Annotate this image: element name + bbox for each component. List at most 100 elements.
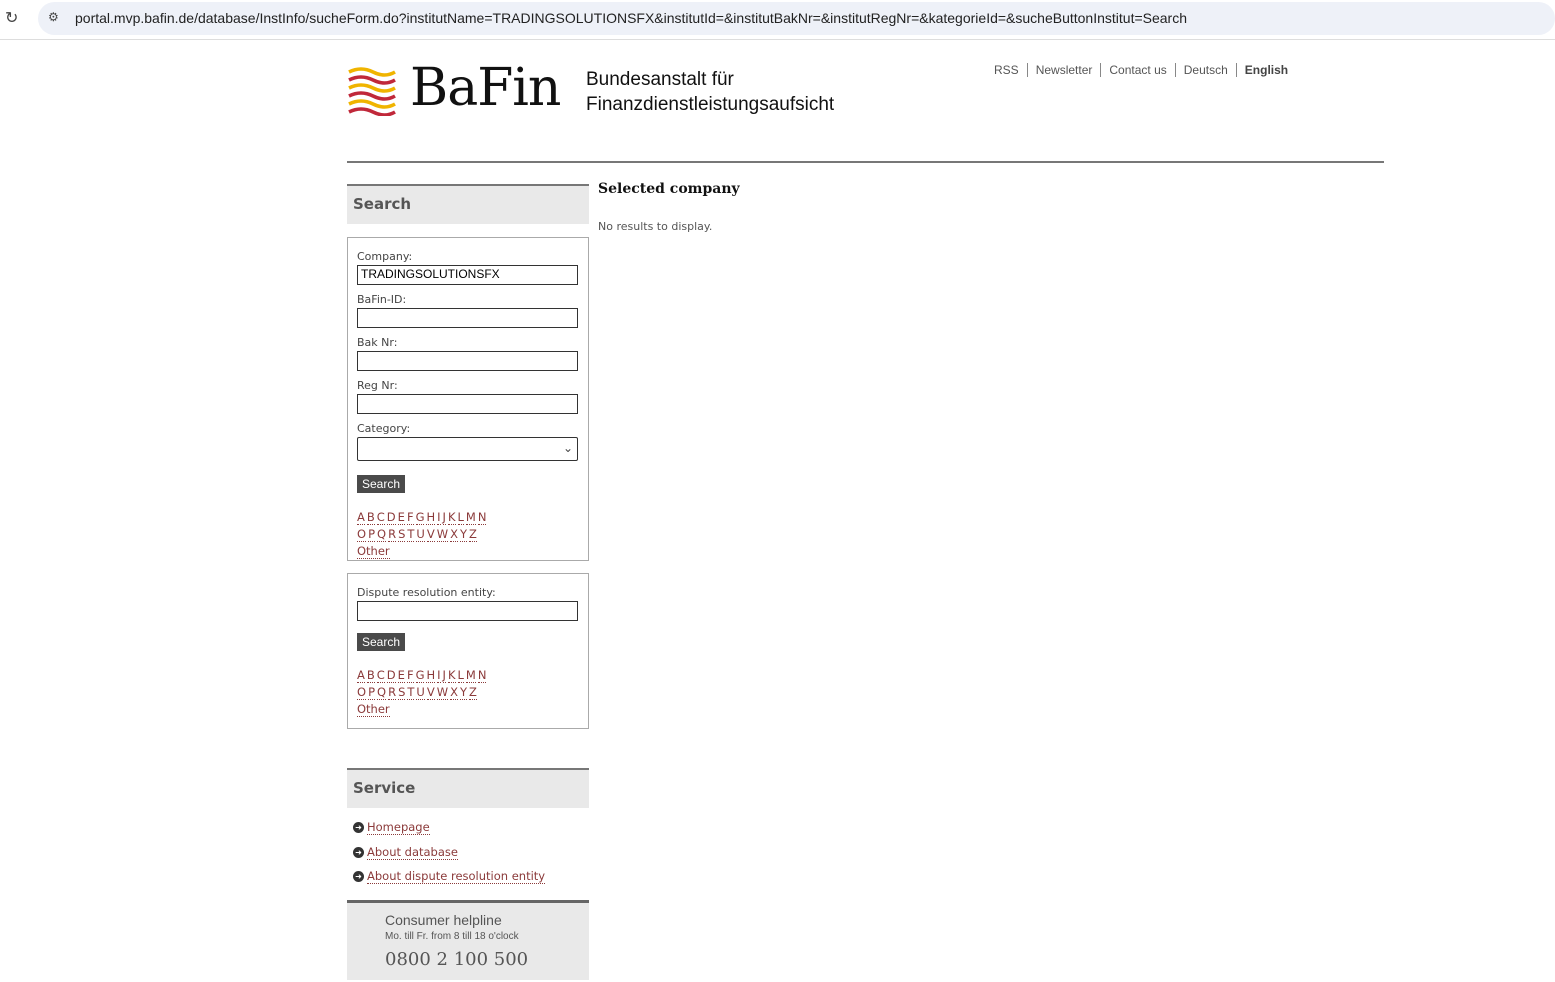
letter-link[interactable]: C <box>376 668 385 683</box>
letter-link[interactable]: N <box>477 668 487 683</box>
letter-link[interactable]: S <box>398 685 406 700</box>
link[interactable]: About database <box>367 845 458 860</box>
letter-link[interactable]: B <box>366 510 375 525</box>
dispute-label: Dispute resolution entity: <box>357 586 496 599</box>
consumer-helpline: Consumer helpline Mo. till Fr. from 8 ti… <box>347 900 589 980</box>
address-bar[interactable]: ⚙ portal.mvp.bafin.de/database/InstInfo/… <box>38 2 1555 35</box>
letter-link[interactable]: O <box>357 527 367 542</box>
nav-english[interactable]: English <box>1235 63 1296 77</box>
letter-link[interactable]: B <box>366 668 375 683</box>
letter-link[interactable]: M <box>465 510 476 525</box>
letter-link[interactable]: D <box>386 510 396 525</box>
link[interactable]: About dispute resolution entity <box>367 869 546 884</box>
letter-row: Other <box>357 543 579 560</box>
subtitle-line: Bundesanstalt für <box>586 69 734 90</box>
bafin-logo-icon <box>348 67 396 116</box>
letter-link[interactable]: Z <box>469 685 477 700</box>
letter-row: ABCDEFGHIJKLMN <box>357 509 579 526</box>
url-text[interactable]: portal.mvp.bafin.de/database/InstInfo/su… <box>75 10 1187 26</box>
arrow-right-circle-icon: ➜ <box>353 822 364 833</box>
reload-icon[interactable]: ↻ <box>5 8 18 27</box>
other-link[interactable]: Other <box>357 544 390 559</box>
letter-link[interactable]: J <box>442 510 446 525</box>
letter-link[interactable]: E <box>397 668 405 683</box>
category-select[interactable]: ⌄ <box>357 437 578 461</box>
alphabet-index: A B C D E F G H I J K L M N O P Q R S T U V W X Y Z Other <box>357 509 579 560</box>
browser-toolbar: ↻ ⚙ portal.mvp.bafin.de/database/InstInf… <box>0 0 1555 40</box>
letter-link[interactable]: D <box>386 668 396 683</box>
letter-link[interactable]: X <box>450 685 458 700</box>
letter-link[interactable]: W <box>436 527 449 542</box>
dispute-input[interactable] <box>357 601 578 621</box>
service-heading: Service <box>347 768 589 808</box>
service-link-homepage[interactable]: ➜ Homepage <box>353 820 430 835</box>
letter-link[interactable]: H <box>426 510 436 525</box>
helpline-hours: Mo. till Fr. from 8 till 18 o'clock <box>385 931 519 942</box>
letter-link[interactable]: W <box>436 685 449 700</box>
letter-link[interactable]: F <box>406 668 414 683</box>
letter-link[interactable]: Z <box>469 527 477 542</box>
service-link-about-database[interactable]: ➜ About database <box>353 845 458 860</box>
top-nav: RSS Newsletter Contact us Deutsch Englis… <box>986 63 1296 77</box>
alphabet-index: A B C D E F G H I J K L M N O P Q R S T U V W X Y Z Other <box>357 667 579 718</box>
letter-link[interactable]: Q <box>377 685 387 700</box>
arrow-right-circle-icon: ➜ <box>353 871 364 882</box>
link[interactable]: Homepage <box>367 820 430 835</box>
nav-deutsch[interactable]: Deutsch <box>1174 63 1236 77</box>
letter-link[interactable]: R <box>388 685 397 700</box>
letter-link[interactable]: Q <box>377 527 387 542</box>
nav-rss[interactable]: RSS <box>986 63 1027 77</box>
letter-link[interactable]: V <box>426 685 435 700</box>
letter-link[interactable]: L <box>457 668 464 683</box>
letter-link[interactable]: T <box>407 685 415 700</box>
site-settings-icon[interactable]: ⚙ <box>48 10 59 24</box>
letter-link[interactable]: G <box>415 668 425 683</box>
company-input[interactable]: TRADINGSOLUTIONSFX <box>357 265 578 285</box>
letter-link[interactable]: X <box>450 527 458 542</box>
letter-link[interactable]: P <box>368 527 375 542</box>
letter-link[interactable]: K <box>447 668 456 683</box>
bafin-id-input[interactable] <box>357 308 578 328</box>
letter-link[interactable]: H <box>426 668 436 683</box>
letter-link[interactable]: U <box>416 685 425 700</box>
reg-nr-input[interactable] <box>357 394 578 414</box>
letter-link[interactable]: U <box>416 527 425 542</box>
nav-newsletter[interactable]: Newsletter <box>1026 63 1101 77</box>
letter-link[interactable]: I <box>437 510 441 525</box>
company-search-button[interactable]: Search <box>357 475 406 493</box>
letter-link[interactable]: N <box>477 510 487 525</box>
letter-link[interactable]: F <box>406 510 414 525</box>
letter-link[interactable]: Y <box>459 527 467 542</box>
letter-link[interactable]: G <box>415 510 425 525</box>
letter-link[interactable]: M <box>465 668 476 683</box>
letter-link[interactable]: K <box>447 510 456 525</box>
letter-link[interactable]: R <box>388 527 397 542</box>
letter-link[interactable]: C <box>376 510 385 525</box>
nav-contact[interactable]: Contact us <box>1100 63 1174 77</box>
dispute-search-button[interactable]: Search <box>357 633 406 651</box>
letter-link[interactable]: A <box>357 668 365 683</box>
category-label: Category: <box>357 422 411 435</box>
company-label: Company: <box>357 250 413 263</box>
page-title: Selected company <box>598 181 740 197</box>
letter-link[interactable]: L <box>457 510 464 525</box>
letter-link[interactable]: T <box>407 527 415 542</box>
letter-link[interactable]: A <box>357 510 365 525</box>
reg-nr-label: Reg Nr: <box>357 379 398 392</box>
bak-nr-label: Bak Nr: <box>357 336 398 349</box>
letter-link[interactable]: I <box>437 668 441 683</box>
letter-link[interactable]: V <box>426 527 435 542</box>
letter-link[interactable]: P <box>368 685 375 700</box>
dispute-search-form: Dispute resolution entity: Search ABCDEF… <box>347 573 589 729</box>
bak-nr-input[interactable] <box>357 351 578 371</box>
service-link-about-dispute[interactable]: ➜ About dispute resolution entity <box>353 869 546 884</box>
letter-link[interactable]: S <box>398 527 406 542</box>
letter-link[interactable]: E <box>397 510 405 525</box>
brand-name[interactable]: BaFin <box>410 58 561 118</box>
header-divider <box>347 161 1384 163</box>
chevron-down-icon: ⌄ <box>562 441 573 455</box>
letter-link[interactable]: J <box>442 668 446 683</box>
letter-link[interactable]: Y <box>459 685 467 700</box>
other-link[interactable]: Other <box>357 702 390 717</box>
letter-link[interactable]: O <box>357 685 367 700</box>
